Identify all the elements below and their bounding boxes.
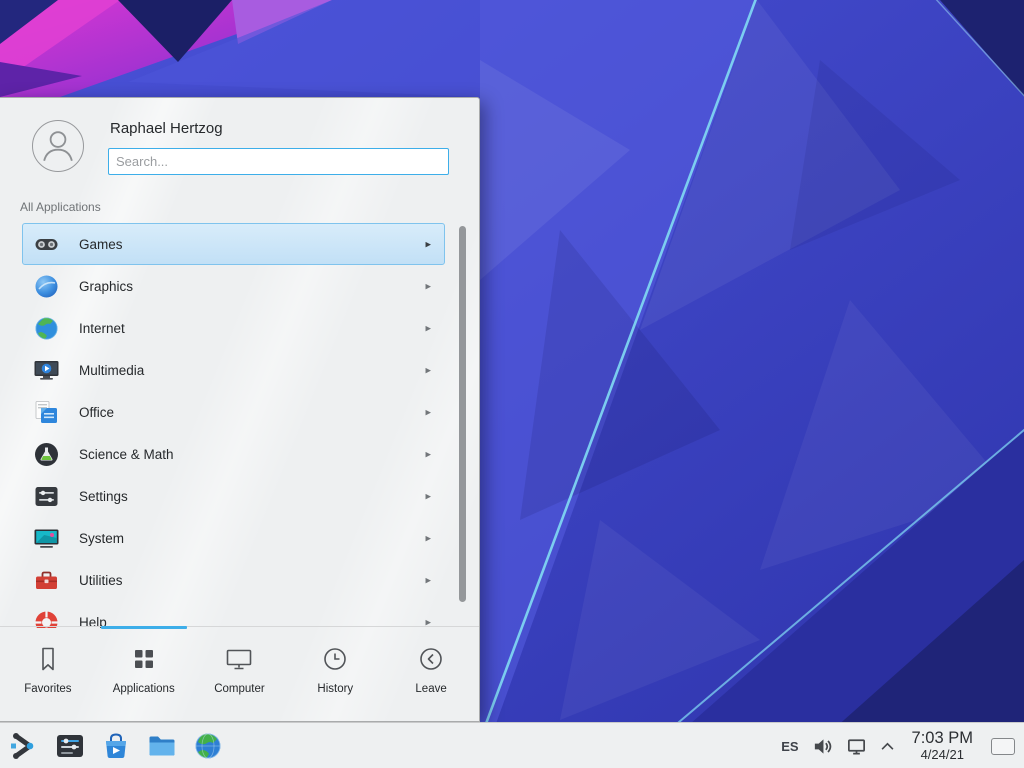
leave-icon xyxy=(416,644,446,674)
category-list: Games ▸ Graphics ▸ Internet ▸ xyxy=(0,223,480,628)
search-box xyxy=(108,148,449,175)
submenu-arrow-icon: ▸ xyxy=(425,448,431,461)
category-row-science-math[interactable]: Science & Math ▸ xyxy=(22,433,445,475)
category-row-games[interactable]: Games ▸ xyxy=(22,223,445,265)
desktop: Raphael Hertzog All Applications Games ▸… xyxy=(0,0,1024,768)
toolbox-icon xyxy=(33,567,60,594)
category-label: Internet xyxy=(79,321,125,336)
submenu-arrow-icon: ▸ xyxy=(425,574,431,587)
clock-time: 7:03 PM xyxy=(912,729,973,748)
clock[interactable]: 7:03 PM 4/24/21 xyxy=(912,729,973,763)
tab-label: Favorites xyxy=(24,683,71,695)
launcher-tabbar: Favorites Applications Computer History xyxy=(0,626,479,721)
tab-computer[interactable]: Computer xyxy=(192,627,288,721)
show-desktop-button[interactable] xyxy=(991,738,1015,755)
expand-tray-icon[interactable] xyxy=(880,742,895,751)
submenu-arrow-icon: ▸ xyxy=(425,490,431,503)
submenu-arrow-icon: ▸ xyxy=(425,364,431,377)
category-label: System xyxy=(79,531,124,546)
keyboard-layout-indicator[interactable]: ES xyxy=(781,739,798,754)
application-launcher-menu: Raphael Hertzog All Applications Games ▸… xyxy=(0,97,480,722)
person-icon xyxy=(34,122,82,170)
bookmark-icon xyxy=(33,644,63,674)
globe-icon xyxy=(33,315,60,342)
graphics-orb-icon xyxy=(33,273,60,300)
clock-date: 4/24/21 xyxy=(912,748,973,763)
tab-history[interactable]: History xyxy=(287,627,383,721)
tab-label: Applications xyxy=(113,683,175,695)
category-row-settings[interactable]: Settings ▸ xyxy=(22,475,445,517)
category-row-internet[interactable]: Internet ▸ xyxy=(22,307,445,349)
sliders-icon xyxy=(33,483,60,510)
category-row-multimedia[interactable]: Multimedia ▸ xyxy=(22,349,445,391)
application-launcher-icon[interactable] xyxy=(8,730,40,762)
section-label: All Applications xyxy=(20,200,101,214)
category-label: Games xyxy=(79,237,123,252)
document-icon xyxy=(33,399,60,426)
category-row-graphics[interactable]: Graphics ▸ xyxy=(22,265,445,307)
tab-applications[interactable]: Applications xyxy=(96,627,192,721)
category-label: Science & Math xyxy=(79,447,174,462)
category-label: Settings xyxy=(79,489,128,504)
category-label: Multimedia xyxy=(79,363,144,378)
discover-icon[interactable] xyxy=(100,730,132,762)
tab-label: History xyxy=(317,683,353,695)
file-manager-icon[interactable] xyxy=(146,730,178,762)
submenu-arrow-icon: ▸ xyxy=(425,406,431,419)
user-avatar xyxy=(32,120,84,172)
grid-icon xyxy=(129,644,159,674)
tab-label: Leave xyxy=(415,683,446,695)
category-row-office[interactable]: Office ▸ xyxy=(22,391,445,433)
category-row-system[interactable]: System ▸ xyxy=(22,517,445,559)
category-label: Office xyxy=(79,405,114,420)
submenu-arrow-icon: ▸ xyxy=(425,322,431,335)
search-input[interactable] xyxy=(109,149,448,174)
category-label: Utilities xyxy=(79,573,123,588)
system-tray: ES 7:03 PM 4/24/21 xyxy=(781,723,1018,768)
submenu-arrow-icon: ▸ xyxy=(425,280,431,293)
tab-favorites[interactable]: Favorites xyxy=(0,627,96,721)
tab-leave[interactable]: Leave xyxy=(383,627,479,721)
volume-icon[interactable] xyxy=(812,736,833,757)
submenu-arrow-icon: ▸ xyxy=(425,532,431,545)
network-icon[interactable] xyxy=(846,736,867,757)
scrollbar-thumb[interactable] xyxy=(459,226,466,602)
taskbar-app-icons xyxy=(0,730,224,762)
media-player-icon xyxy=(33,357,60,384)
category-row-help[interactable]: Help ▸ xyxy=(22,601,445,628)
submenu-arrow-icon: ▸ xyxy=(425,238,431,251)
user-name: Raphael Hertzog xyxy=(110,120,223,137)
system-monitor-icon xyxy=(33,525,60,552)
tab-label: Computer xyxy=(214,683,265,695)
gamepad-icon xyxy=(33,231,60,258)
computer-icon xyxy=(224,644,254,674)
category-label: Graphics xyxy=(79,279,133,294)
clock-icon xyxy=(320,644,350,674)
flask-icon xyxy=(33,441,60,468)
system-settings-icon[interactable] xyxy=(54,730,86,762)
category-row-utilities[interactable]: Utilities ▸ xyxy=(22,559,445,601)
taskbar: ES 7:03 PM 4/24/21 xyxy=(0,722,1024,768)
web-browser-icon[interactable] xyxy=(192,730,224,762)
